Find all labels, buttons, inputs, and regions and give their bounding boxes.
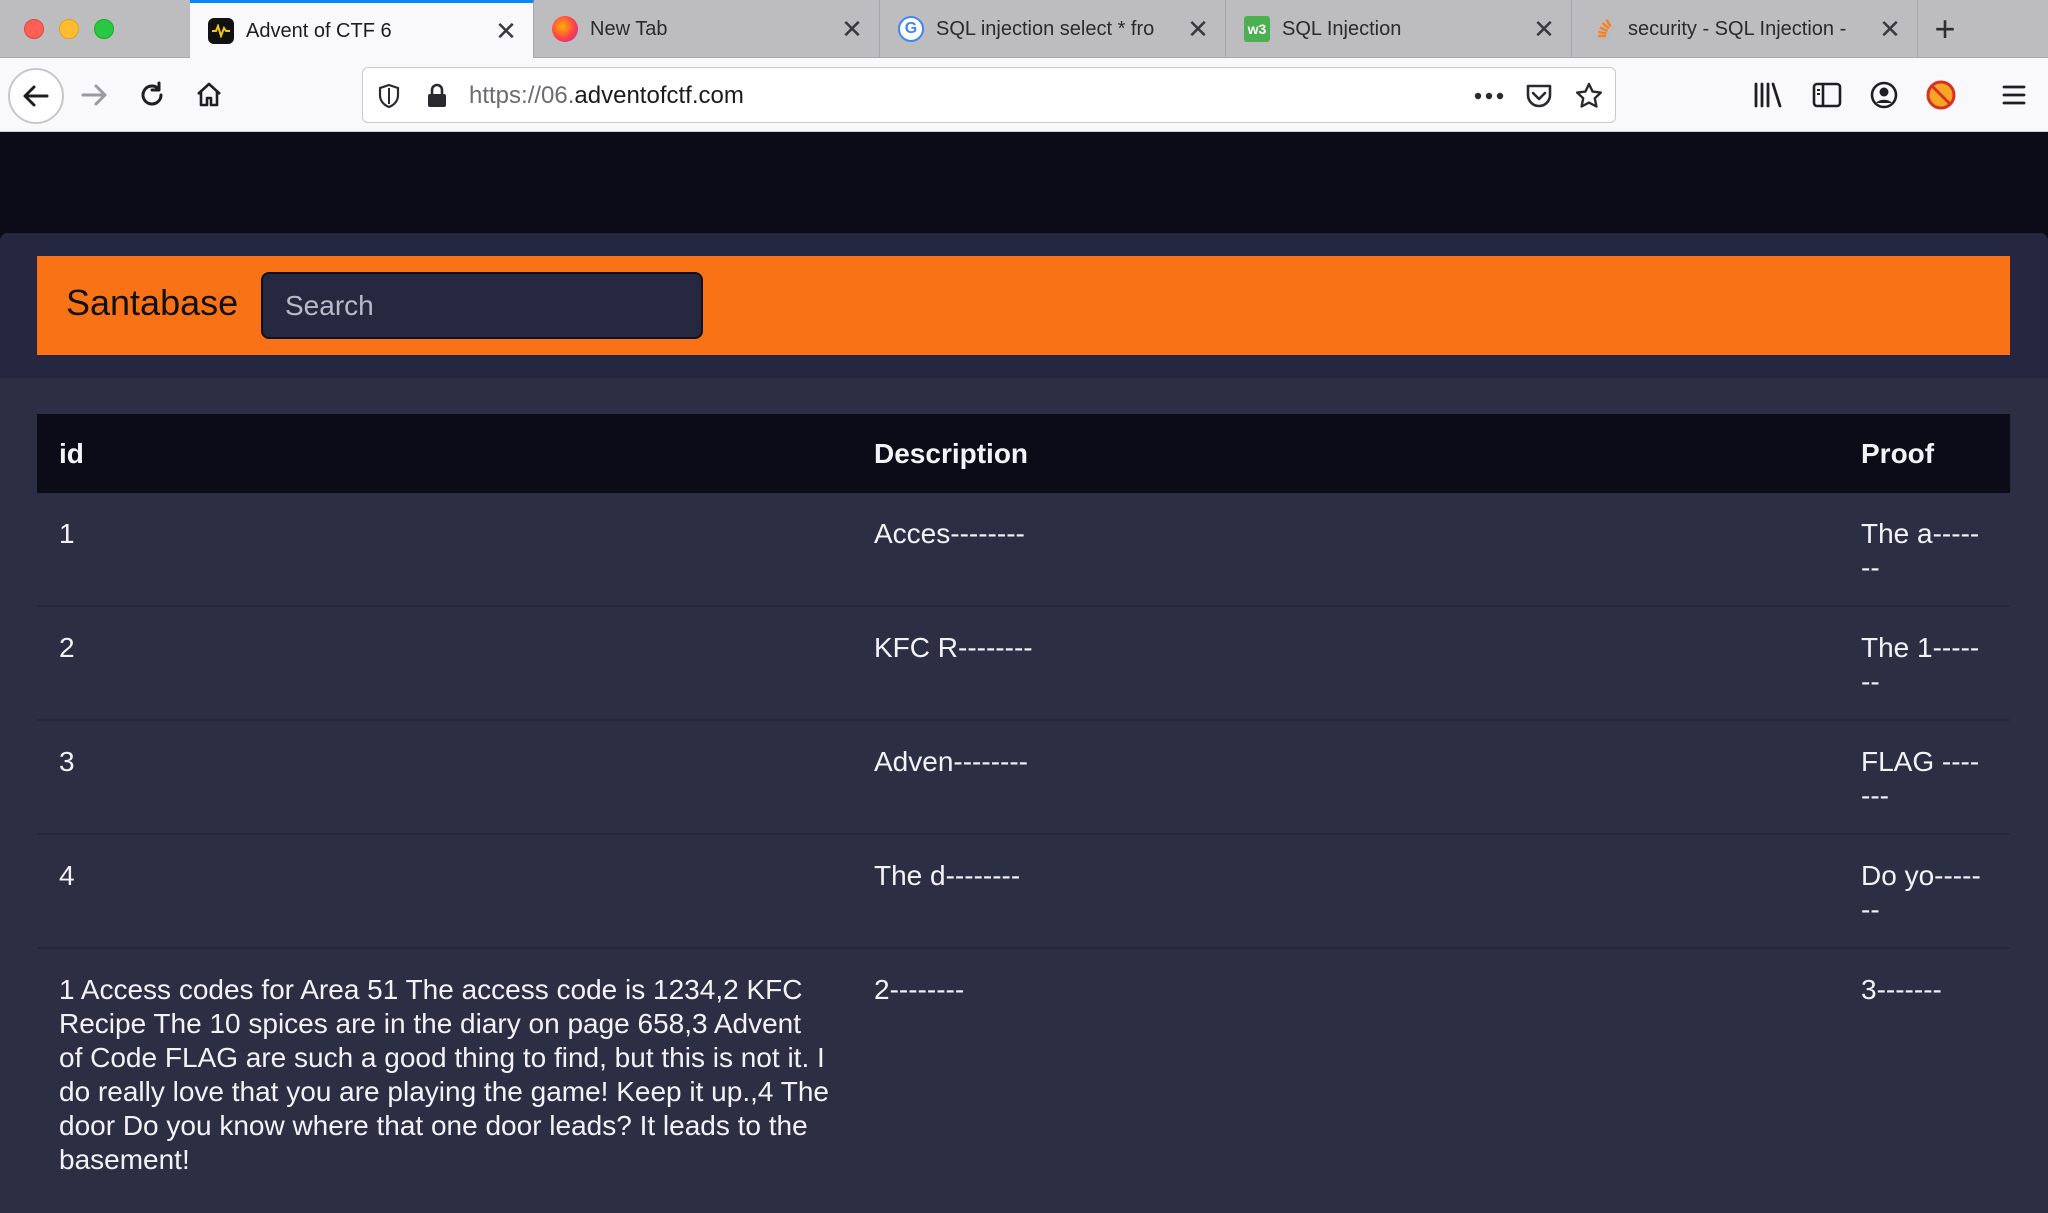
page-viewport: Santabase id Description Proof 1 Acces--… [0,133,2048,1213]
table-row: 1 Acces-------- The a------- [37,493,2010,606]
tab-sql-injection-w3[interactable]: w3 SQL Injection ✕ [1226,0,1572,58]
star-bookmark-icon[interactable] [1573,80,1605,112]
library-button[interactable] [1744,71,1792,119]
arrow-left-icon [23,85,49,107]
cell-id: 1 [59,518,75,549]
tab-title: security - SQL Injection - [1628,17,1847,40]
search-input[interactable] [261,272,703,339]
cell-description: 2-------- [874,974,965,1005]
tab-google-search[interactable]: G SQL injection select * fro ✕ [880,0,1226,58]
url-scheme: https://06. [469,82,575,109]
account-icon [1870,81,1898,109]
cell-description: KFC R-------- [874,632,1033,663]
table-header-row: id Description Proof [37,414,2010,493]
cell-id: 2 [59,632,75,663]
tab-title: SQL injection select * fro [936,17,1155,40]
new-tab-button[interactable]: + [1924,8,1966,50]
cell-description: The d-------- [874,860,1021,891]
cell-id: 1 Access codes for Area 51 The access co… [59,974,829,1175]
google-favicon-icon: G [898,16,924,42]
tab-title: New Tab [590,17,668,40]
cell-proof: FLAG ------- [1861,746,1980,811]
tab-advent-of-ctf[interactable]: Advent of CTF 6 ✕ [190,0,534,59]
url-field[interactable]: https://06.adventofctf.com [469,82,744,110]
table-row: 2 KFC R-------- The 1------- [37,606,2010,720]
close-tab-icon[interactable]: ✕ [493,16,519,46]
close-tab-icon[interactable]: ✕ [1185,14,1211,44]
page-actions-icon[interactable] [1473,80,1505,112]
close-tab-icon[interactable]: ✕ [1531,14,1557,44]
table-row: 3 Adven-------- FLAG ------- [37,720,2010,834]
pocket-icon[interactable] [1523,80,1555,112]
library-icon [1754,82,1782,108]
column-header-id: id [59,437,84,469]
stackoverflow-favicon-icon [1590,16,1616,42]
cell-id: 4 [59,860,75,891]
reload-icon [141,81,163,106]
sidebar-icon [1812,82,1842,108]
hamburger-menu-icon [2002,85,2026,105]
cell-description: Adven-------- [874,746,1028,777]
main-panel: Santabase id Description Proof 1 Acces--… [0,233,2048,1213]
shield-icon[interactable] [373,80,405,112]
cell-proof: 3------- [1861,974,1942,1005]
table-row: 4 The d-------- Do yo------- [37,834,2010,948]
arrow-right-icon [81,84,107,106]
extension-icon [1926,80,1956,110]
brand-title[interactable]: Santabase [66,282,238,324]
extension-button[interactable] [1917,71,1965,119]
close-tab-icon[interactable]: ✕ [839,14,865,44]
navigation-toolbar: https://06.adventofctf.com [0,58,2048,132]
lock-icon[interactable] [421,80,453,112]
header-band: Santabase [0,233,2048,378]
close-tab-icon[interactable]: ✕ [1877,14,1903,44]
forward-button[interactable] [70,71,118,119]
navbar: Santabase [37,256,2010,355]
adventofctf-favicon-icon [208,18,234,44]
cell-proof: The a------- [1861,518,1980,583]
account-button[interactable] [1860,71,1908,119]
tab-title: Advent of CTF 6 [246,19,392,42]
cell-proof: The 1------- [1861,632,1980,697]
fullscreen-window-button[interactable] [94,19,114,39]
back-button[interactable] [8,68,64,124]
tab-title: SQL Injection [1282,17,1402,40]
home-button[interactable] [185,71,233,119]
cell-description: Acces-------- [874,518,1025,549]
url-host: adventofctf.com [574,82,744,109]
tab-new-tab[interactable]: New Tab ✕ [534,0,880,58]
reload-button[interactable] [128,71,176,119]
tab-strip: Advent of CTF 6 ✕ New Tab ✕ G SQL inject… [0,0,2048,59]
firefox-favicon-icon [552,16,578,42]
results-table: id Description Proof 1 Acces-------- The… [37,414,2010,1197]
table-row: 1 Access codes for Area 51 The access co… [37,948,2010,1197]
column-header-proof: Proof [1861,437,1935,469]
cell-proof: Do yo------- [1861,860,1981,925]
home-icon [197,82,221,107]
column-header-description: Description [874,437,1029,469]
cell-id: 3 [59,746,75,777]
menu-button[interactable] [1990,71,2038,119]
tab-stackoverflow[interactable]: security - SQL Injection - ✕ [1572,0,1918,58]
w3schools-favicon-icon: w3 [1244,16,1270,42]
sidebar-button[interactable] [1803,71,1851,119]
address-bar[interactable]: https://06.adventofctf.com [362,67,1616,123]
close-window-button[interactable] [24,19,44,39]
minimize-window-button[interactable] [59,19,79,39]
